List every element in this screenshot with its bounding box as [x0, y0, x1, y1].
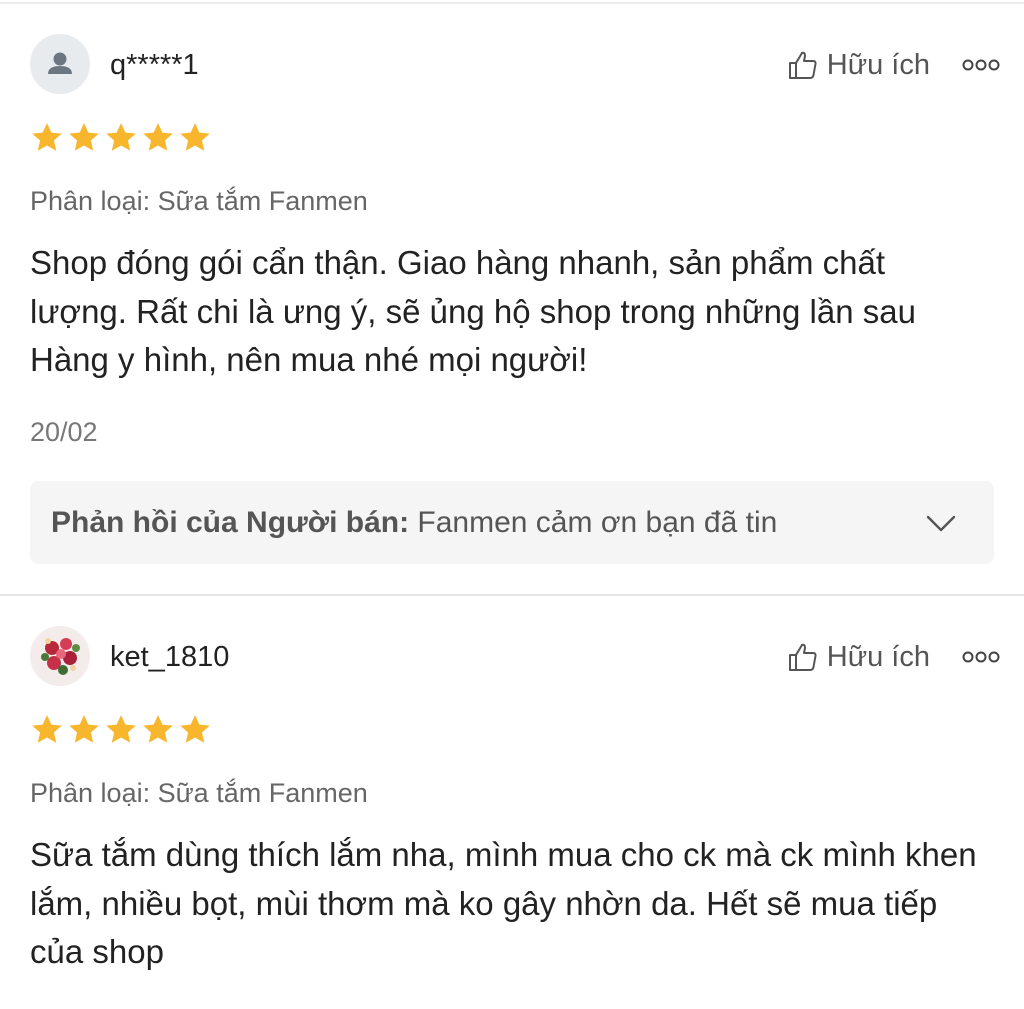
review-date: 20/02 — [30, 417, 98, 447]
star-rating — [30, 121, 215, 155]
review-card: ket_1810 Hữu ích Phân loại: Sữa tắm Fanm… — [0, 596, 1024, 1009]
seller-reply-preview: Phản hồi của Người bán: Fanmen cảm ơn bạ… — [51, 503, 881, 543]
helpful-button[interactable]: Hữu ích — [787, 640, 930, 674]
thumbs-up-icon — [788, 51, 817, 79]
thumbs-up-icon — [788, 643, 817, 671]
star-rating — [30, 713, 215, 747]
star-icon — [69, 123, 99, 151]
seller-reply-label: Phản hồi của Người bán: — [51, 506, 410, 539]
seller-reply-text: Fanmen cảm ơn bạn đã tin — [417, 506, 778, 539]
more-options-icon — [962, 59, 1000, 71]
flower-bouquet-avatar-icon — [30, 626, 90, 686]
seller-reply[interactable]: Phản hồi của Người bán: Fanmen cảm ơn bạ… — [30, 481, 994, 564]
star-icon — [32, 715, 62, 743]
review-text: Shop đóng gói cẩn thận. Giao hàng nhanh,… — [30, 244, 916, 378]
review-header: q*****1 Hữu ích — [30, 34, 1000, 94]
more-options-button[interactable] — [962, 640, 1000, 674]
review-card: q*****1 Hữu ích Phân loại: Sữa tắm Fanme… — [0, 0, 1024, 594]
username[interactable]: q*****1 — [110, 48, 199, 82]
star-icon — [143, 123, 173, 151]
star-icon — [106, 715, 136, 743]
more-options-icon — [962, 651, 1000, 663]
review-header: ket_1810 Hữu ích — [30, 626, 1000, 686]
star-icon — [106, 123, 136, 151]
helpful-label: Hữu ích — [826, 640, 930, 673]
helpful-button[interactable]: Hữu ích — [787, 48, 930, 82]
avatar[interactable] — [30, 34, 90, 94]
chevron-down-icon[interactable] — [925, 509, 957, 537]
star-icon — [180, 123, 210, 151]
star-icon — [69, 715, 99, 743]
review-text: Sữa tắm dùng thích lắm nha, mình mua cho… — [30, 836, 977, 970]
username[interactable]: ket_1810 — [110, 640, 229, 674]
more-options-button[interactable] — [962, 48, 1000, 82]
star-icon — [143, 715, 173, 743]
user-silhouette-icon — [30, 34, 90, 94]
avatar[interactable] — [30, 626, 90, 686]
product-variant: Phân loại: Sữa tắm Fanmen — [30, 186, 368, 216]
product-variant: Phân loại: Sữa tắm Fanmen — [30, 778, 368, 808]
helpful-label: Hữu ích — [826, 48, 930, 81]
star-icon — [32, 123, 62, 151]
star-icon — [180, 715, 210, 743]
